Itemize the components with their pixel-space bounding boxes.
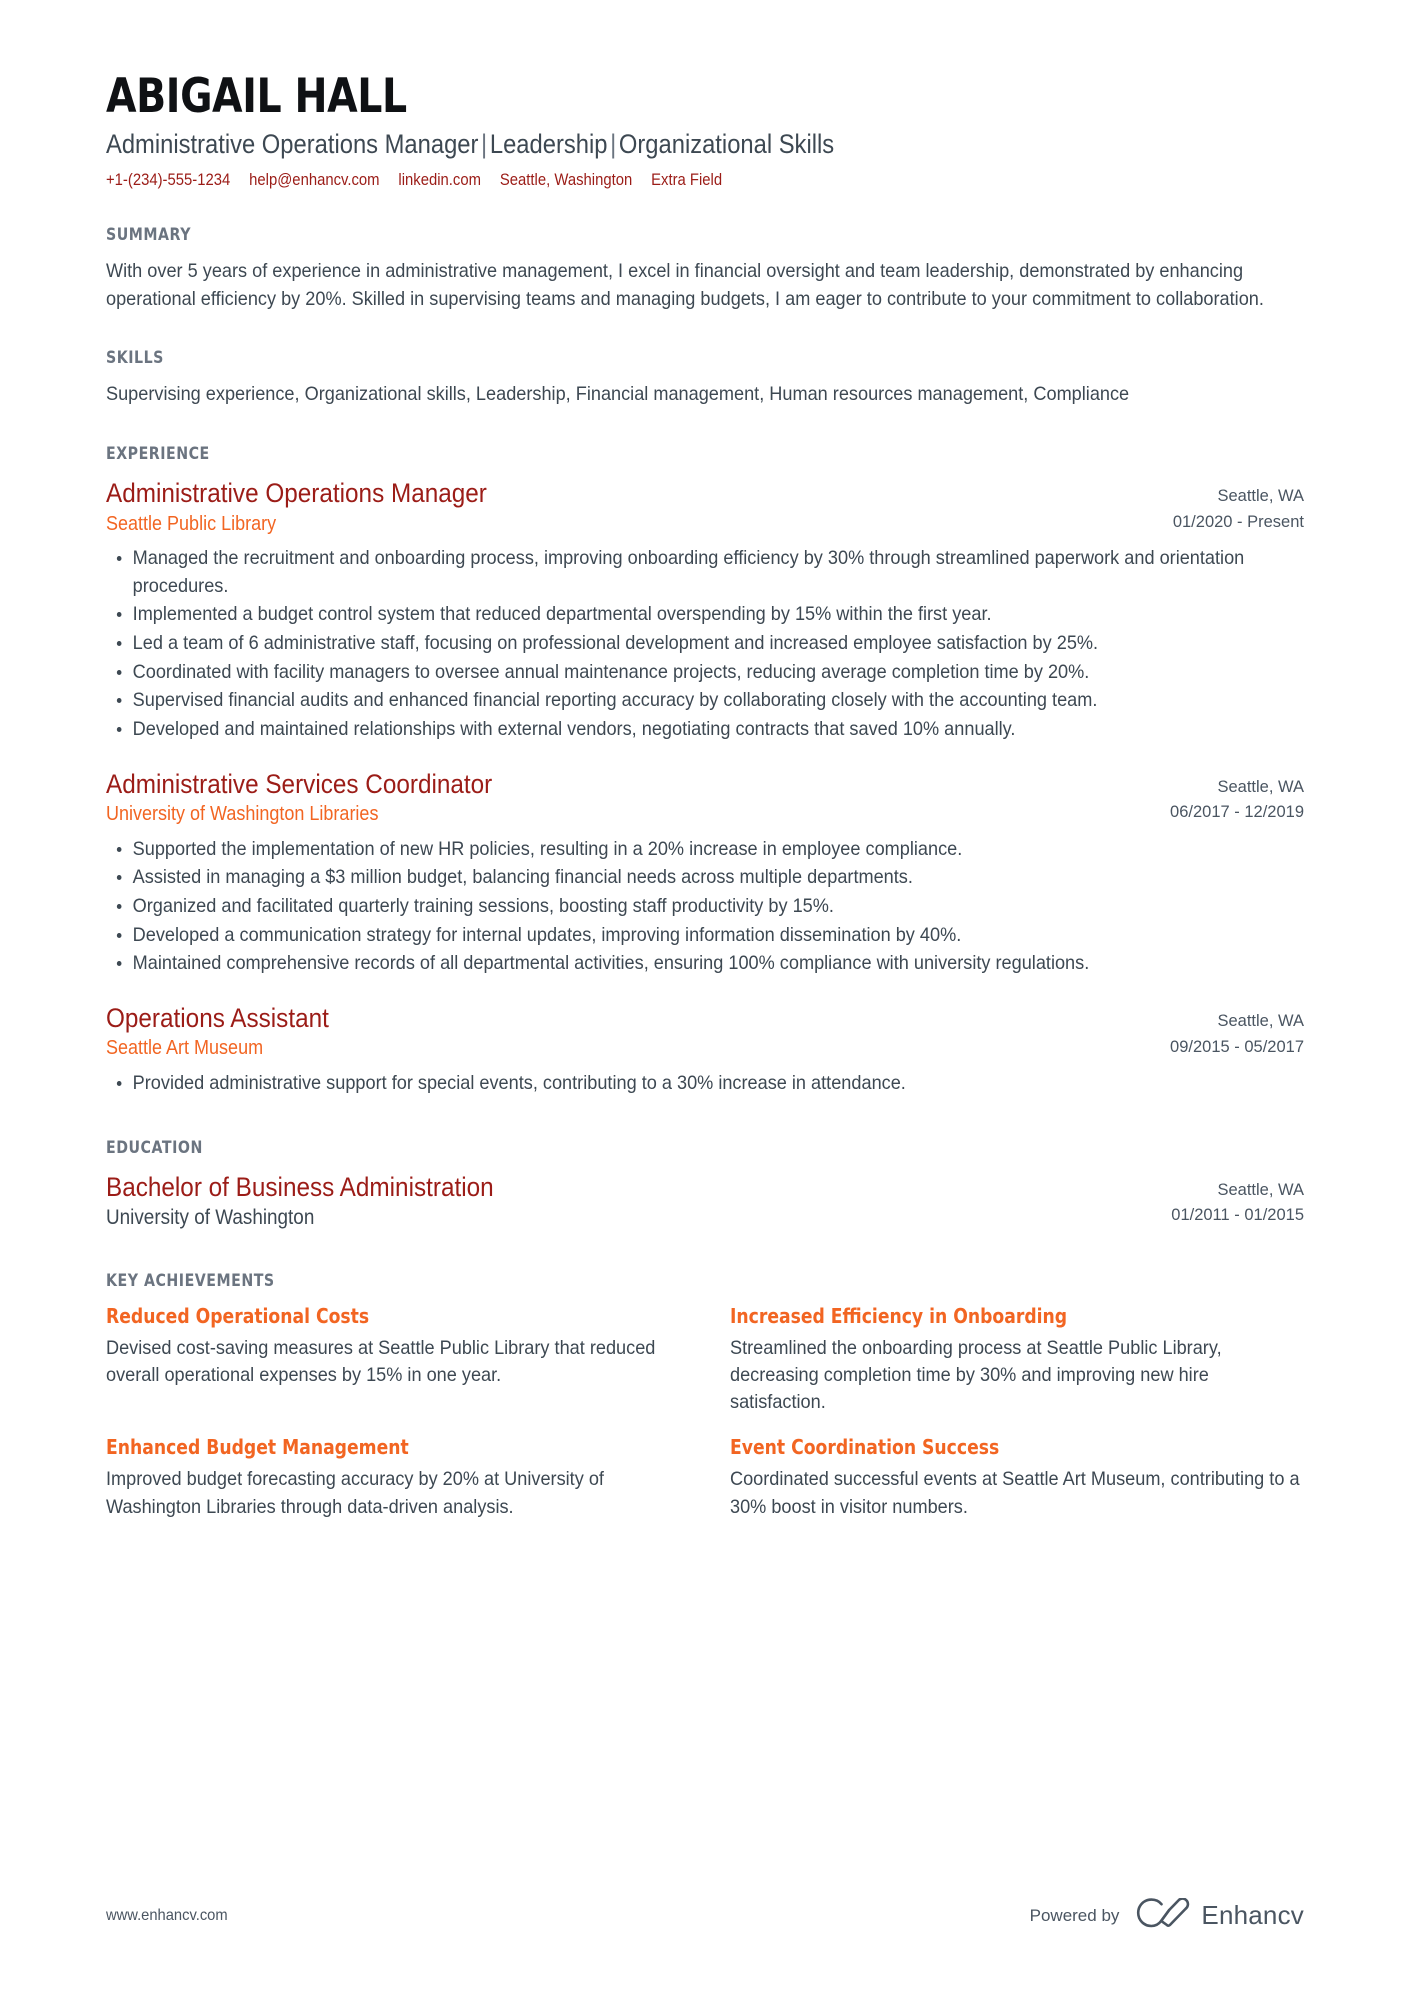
achievement-text: Devised cost-saving measures at Seattle … <box>106 1336 656 1386</box>
education-entry-main: Bachelor of Business Administration Univ… <box>106 1171 1171 1231</box>
experience-bullet: Assisted in managing a $3 million budget… <box>116 864 1297 892</box>
experience-bullet: Developed a communication strategy for i… <box>116 922 1297 950</box>
experience-entry-meta: Seattle, WA 06/2017 - 12/2019 <box>1170 768 1304 826</box>
experience-entry: Administrative Operations Manager Seattl… <box>106 477 1304 744</box>
education-entry-meta: Seattle, WA 01/2011 - 01/2015 <box>1171 1171 1304 1229</box>
achievement-title: Event Coordination Success <box>730 1435 1000 1460</box>
contact-linkedin[interactable]: linkedin.com <box>398 170 481 191</box>
contact-location: Seattle, Washington <box>499 170 633 189</box>
enhancv-infinity-check-icon <box>1136 1897 1190 1933</box>
achievement-text: Coordinated successful events at Seattle… <box>730 1468 1300 1518</box>
achievement-item: Reduced Operational Costs Devised cost-s… <box>106 1304 680 1417</box>
headline-part-3: Organizational Skills <box>618 128 835 159</box>
education-section: EDUCATION Bachelor of Business Administr… <box>106 1138 1304 1231</box>
experience-bullet: Organized and facilitated quarterly trai… <box>116 893 1297 921</box>
experience-entry-meta: Seattle, WA 09/2015 - 05/2017 <box>1170 1002 1304 1060</box>
achievement-item: Enhanced Budget Management Improved budg… <box>106 1435 680 1521</box>
achievement-text: Streamlined the onboarding process at Se… <box>730 1336 1222 1414</box>
experience-company: Seattle Public Library <box>106 512 277 535</box>
experience-bullet: Supervised financial audits and enhanced… <box>116 687 1297 715</box>
achievements-section: KEY ACHIEVEMENTS Reduced Operational Cos… <box>106 1271 1304 1521</box>
experience-company: Seattle Art Museum <box>106 1037 264 1060</box>
experience-section-title: EXPERIENCE <box>106 444 210 464</box>
enhancv-brand-name: Enhancv <box>1201 1900 1304 1930</box>
experience-entry-main: Administrative Operations Manager Seattl… <box>106 477 1173 540</box>
candidate-headline: Administrative Operations Manager|Leader… <box>106 128 1160 161</box>
achievements-section-title: KEY ACHIEVEMENTS <box>106 1270 275 1290</box>
education-entry-header: Bachelor of Business Administration Univ… <box>106 1171 1304 1231</box>
experience-entry-header: Administrative Operations Manager Seattl… <box>106 477 1304 540</box>
skills-section-title: SKILLS <box>106 347 164 367</box>
experience-bullet: Coordinated with facility managers to ov… <box>116 659 1297 687</box>
experience-dates: 01/2020 - Present <box>1172 512 1304 531</box>
experience-location: Seattle, WA <box>1217 1012 1304 1031</box>
resume-page: ABIGAIL HALL Administrative Operations M… <box>0 0 1410 1995</box>
candidate-name: ABIGAIL HALL <box>106 69 407 124</box>
education-school: University of Washington <box>106 1205 315 1229</box>
experience-location: Seattle, WA <box>1217 777 1304 796</box>
skills-section: SKILLS Supervising experience, Organizat… <box>106 348 1304 409</box>
contact-email[interactable]: help@enhancv.com <box>249 170 379 191</box>
experience-entry-main: Administrative Services Coordinator Univ… <box>106 768 1170 831</box>
experience-company: University of Washington Libraries <box>106 803 379 826</box>
experience-entry-main: Operations Assistant Seattle Art Museum <box>106 1002 1170 1065</box>
experience-bullets: Supported the implementation of new HR p… <box>106 836 1304 978</box>
achievement-title: Increased Efficiency in Onboarding <box>730 1303 1068 1328</box>
headline-part-2: Leadership <box>489 128 608 159</box>
experience-entry-meta: Seattle, WA 01/2020 - Present <box>1173 477 1304 535</box>
contact-phone[interactable]: +1-(234)-555-1234 <box>106 170 230 191</box>
experience-bullet: Implemented a budget control system that… <box>116 601 1297 629</box>
experience-position: Administrative Services Coordinator <box>106 768 493 799</box>
education-degree: Bachelor of Business Administration <box>106 1171 494 1202</box>
experience-bullets: Provided administrative support for spec… <box>106 1070 1304 1098</box>
experience-entry-header: Operations Assistant Seattle Art Museum … <box>106 1002 1304 1065</box>
experience-position: Administrative Operations Manager <box>106 478 487 509</box>
summary-text: With over 5 years of experience in admin… <box>106 260 1264 310</box>
achievement-title: Reduced Operational Costs <box>106 1303 370 1328</box>
achievement-item: Increased Efficiency in Onboarding Strea… <box>730 1304 1304 1417</box>
enhancv-brand-mark: Enhancv <box>1136 1897 1304 1933</box>
achievement-title: Enhanced Budget Management <box>106 1435 409 1460</box>
experience-entry: Operations Assistant Seattle Art Museum … <box>106 1002 1304 1097</box>
contact-extra-field: Extra Field <box>651 170 723 189</box>
contact-row: +1-(234)-555-1234 help@enhancv.com linke… <box>106 170 1184 191</box>
headline-separator: | <box>610 128 617 159</box>
skills-text: Supervising experience, Organizational s… <box>106 382 1130 405</box>
powered-by-label: Powered by <box>1029 1905 1120 1925</box>
footer-website-url[interactable]: www.enhancv.com <box>106 1907 228 1925</box>
experience-dates: 06/2017 - 12/2019 <box>1170 803 1304 822</box>
experience-bullet: Led a team of 6 administrative staff, fo… <box>116 630 1297 658</box>
experience-bullet: Provided administrative support for spec… <box>116 1070 1297 1098</box>
achievement-text: Improved budget forecasting accuracy by … <box>106 1468 604 1518</box>
experience-dates: 09/2015 - 05/2017 <box>1170 1037 1304 1056</box>
experience-entry-header: Administrative Services Coordinator Univ… <box>106 768 1304 831</box>
education-location: Seattle, WA <box>1217 1180 1304 1199</box>
resume-header: ABIGAIL HALL Administrative Operations M… <box>106 72 1304 191</box>
experience-position: Operations Assistant <box>106 1003 329 1034</box>
experience-entry: Administrative Services Coordinator Univ… <box>106 768 1304 978</box>
resume-footer: www.enhancv.com Powered by Enhancv <box>106 1897 1304 1933</box>
experience-bullet: Supported the implementation of new HR p… <box>116 836 1297 864</box>
experience-bullet: Maintained comprehensive records of all … <box>116 950 1297 978</box>
footer-branding: Powered by Enhancv <box>1029 1897 1304 1933</box>
education-entry: Bachelor of Business Administration Univ… <box>106 1171 1304 1231</box>
experience-section: EXPERIENCE Administrative Operations Man… <box>106 444 1304 1097</box>
education-dates: 01/2011 - 01/2015 <box>1171 1206 1304 1225</box>
headline-separator: | <box>481 128 488 159</box>
achievement-item: Event Coordination Success Coordinated s… <box>730 1435 1304 1521</box>
experience-bullet: Managed the recruitment and onboarding p… <box>116 545 1297 600</box>
summary-section-title: SUMMARY <box>106 225 192 245</box>
education-section-title: EDUCATION <box>106 1137 203 1157</box>
summary-section: SUMMARY With over 5 years of experience … <box>106 225 1304 313</box>
achievements-grid: Reduced Operational Costs Devised cost-s… <box>106 1304 1304 1521</box>
experience-bullets: Managed the recruitment and onboarding p… <box>106 545 1304 744</box>
experience-location: Seattle, WA <box>1217 487 1304 506</box>
headline-part-1: Administrative Operations Manager <box>106 128 479 159</box>
experience-bullet: Developed and maintained relationships w… <box>116 716 1297 744</box>
